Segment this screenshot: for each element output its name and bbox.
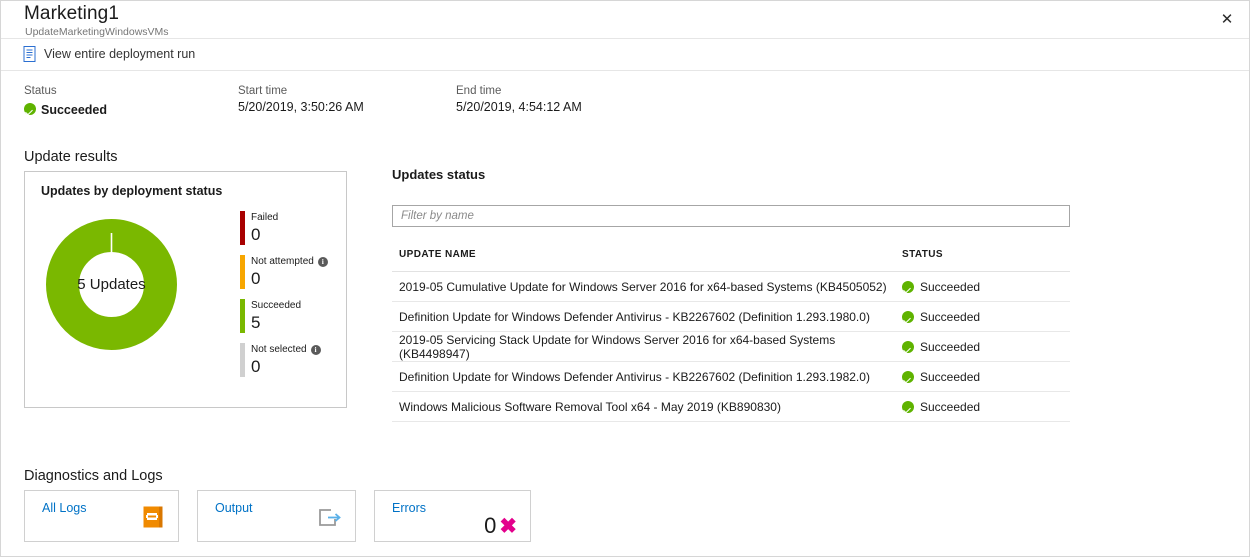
page-title: Marketing1 <box>24 3 119 25</box>
cell-status-label: Succeeded <box>920 400 980 414</box>
cell-update-name: 2019-05 Cumulative Update for Windows Se… <box>399 280 902 294</box>
donut-chart <box>46 219 177 350</box>
legend-swatch-not-selected <box>240 343 245 377</box>
cell-status: Succeeded <box>902 310 1070 324</box>
cell-update-name: Definition Update for Windows Defender A… <box>399 370 902 384</box>
cell-status: Succeeded <box>902 370 1070 384</box>
update-results-heading: Update results <box>24 149 118 165</box>
chart-legend: Failed 0 Not attempted i 0 <box>240 211 340 387</box>
error-x-icon: ✖ <box>499 516 517 537</box>
cell-update-name: Definition Update for Windows Defender A… <box>399 310 902 324</box>
cell-status: Succeeded <box>902 280 1070 294</box>
legend-item-failed: Failed 0 <box>240 211 340 245</box>
legend-value-not-selected: 0 <box>251 356 321 377</box>
cell-status-label: Succeeded <box>920 370 980 384</box>
legend-item-not-attempted: Not attempted i 0 <box>240 255 340 289</box>
table-row[interactable]: 2019-05 Cumulative Update for Windows Se… <box>392 272 1070 302</box>
success-check-icon <box>902 281 914 293</box>
status-badge: Succeeded <box>41 103 107 117</box>
log-book-icon <box>143 506 164 533</box>
errors-count: 0 <box>484 515 496 537</box>
legend-label-not-attempted: Not attempted <box>251 255 314 268</box>
start-time-block: Start time 5/20/2019, 3:50:26 AM <box>238 85 364 114</box>
legend-item-succeeded: Succeeded 5 <box>240 299 340 333</box>
end-time-block: End time 5/20/2019, 4:54:12 AM <box>456 85 582 114</box>
table-row[interactable]: Definition Update for Windows Defender A… <box>392 362 1070 392</box>
cell-update-name: 2019-05 Servicing Stack Update for Windo… <box>399 333 902 361</box>
updates-status-table: UPDATE NAME STATUS 2019-05 Cumulative Up… <box>392 249 1070 422</box>
success-check-icon <box>902 341 914 353</box>
success-check-icon <box>902 311 914 323</box>
all-logs-tile[interactable]: All Logs <box>24 490 179 542</box>
legend-value-not-attempted: 0 <box>251 268 328 289</box>
filter-by-name-input[interactable] <box>392 205 1070 227</box>
legend-label-failed: Failed <box>251 211 278 224</box>
legend-item-not-selected: Not selected i 0 <box>240 343 340 377</box>
close-icon[interactable]: ✕ <box>1213 6 1241 32</box>
cell-update-name: Windows Malicious Software Removal Tool … <box>399 400 902 414</box>
legend-value-failed: 0 <box>251 224 278 245</box>
info-icon[interactable]: i <box>311 345 321 355</box>
errors-tile[interactable]: Errors 0 ✖ <box>374 490 531 542</box>
document-icon <box>23 46 37 62</box>
view-entire-deployment-run-label: View entire deployment run <box>44 47 195 61</box>
errors-count-group: 0 ✖ <box>484 515 517 537</box>
export-icon <box>317 508 341 533</box>
column-header-status: STATUS <box>902 249 1070 260</box>
start-time-label: Start time <box>238 85 364 97</box>
status-label: Status <box>24 85 107 97</box>
deployment-run-panel: Marketing1 UpdateMarketingWindowsVMs ✕ V… <box>0 0 1250 557</box>
diagnostics-and-logs-heading: Diagnostics and Logs <box>24 468 163 484</box>
view-entire-deployment-run-button[interactable]: View entire deployment run <box>23 46 195 62</box>
success-check-icon <box>24 103 36 115</box>
cell-status: Succeeded <box>902 340 1070 354</box>
output-label: Output <box>215 501 253 515</box>
command-bar: View entire deployment run <box>1 40 1249 71</box>
info-icon[interactable]: i <box>318 257 328 267</box>
updates-by-deployment-status-card: Updates by deployment status 5 Updates F… <box>24 171 347 408</box>
card-title: Updates by deployment status <box>41 184 222 198</box>
cell-status-label: Succeeded <box>920 280 980 294</box>
legend-swatch-not-attempted <box>240 255 245 289</box>
cell-status-label: Succeeded <box>920 310 980 324</box>
status-block: Status Succeeded <box>24 85 107 117</box>
table-row[interactable]: 2019-05 Servicing Stack Update for Windo… <box>392 332 1070 362</box>
cell-status: Succeeded <box>902 400 1070 414</box>
legend-swatch-succeeded <box>240 299 245 333</box>
output-tile[interactable]: Output <box>197 490 356 542</box>
table-row[interactable]: Windows Malicious Software Removal Tool … <box>392 392 1070 422</box>
end-time-label: End time <box>456 85 582 97</box>
errors-label: Errors <box>392 501 426 515</box>
start-time-value: 5/20/2019, 3:50:26 AM <box>238 100 364 114</box>
table-header-row: UPDATE NAME STATUS <box>392 249 1070 272</box>
end-time-value: 5/20/2019, 4:54:12 AM <box>456 100 582 114</box>
table-row[interactable]: Definition Update for Windows Defender A… <box>392 302 1070 332</box>
page-subtitle: UpdateMarketingWindowsVMs <box>25 26 169 38</box>
legend-label-not-selected: Not selected <box>251 343 307 356</box>
column-header-update-name: UPDATE NAME <box>399 249 902 260</box>
cell-status-label: Succeeded <box>920 340 980 354</box>
all-logs-label: All Logs <box>42 501 86 515</box>
updates-status-heading: Updates status <box>392 167 485 182</box>
success-check-icon <box>902 401 914 413</box>
legend-value-succeeded: 5 <box>251 312 301 333</box>
success-check-icon <box>902 371 914 383</box>
legend-swatch-failed <box>240 211 245 245</box>
legend-label-succeeded: Succeeded <box>251 299 301 312</box>
panel-header: Marketing1 UpdateMarketingWindowsVMs ✕ <box>1 1 1249 39</box>
